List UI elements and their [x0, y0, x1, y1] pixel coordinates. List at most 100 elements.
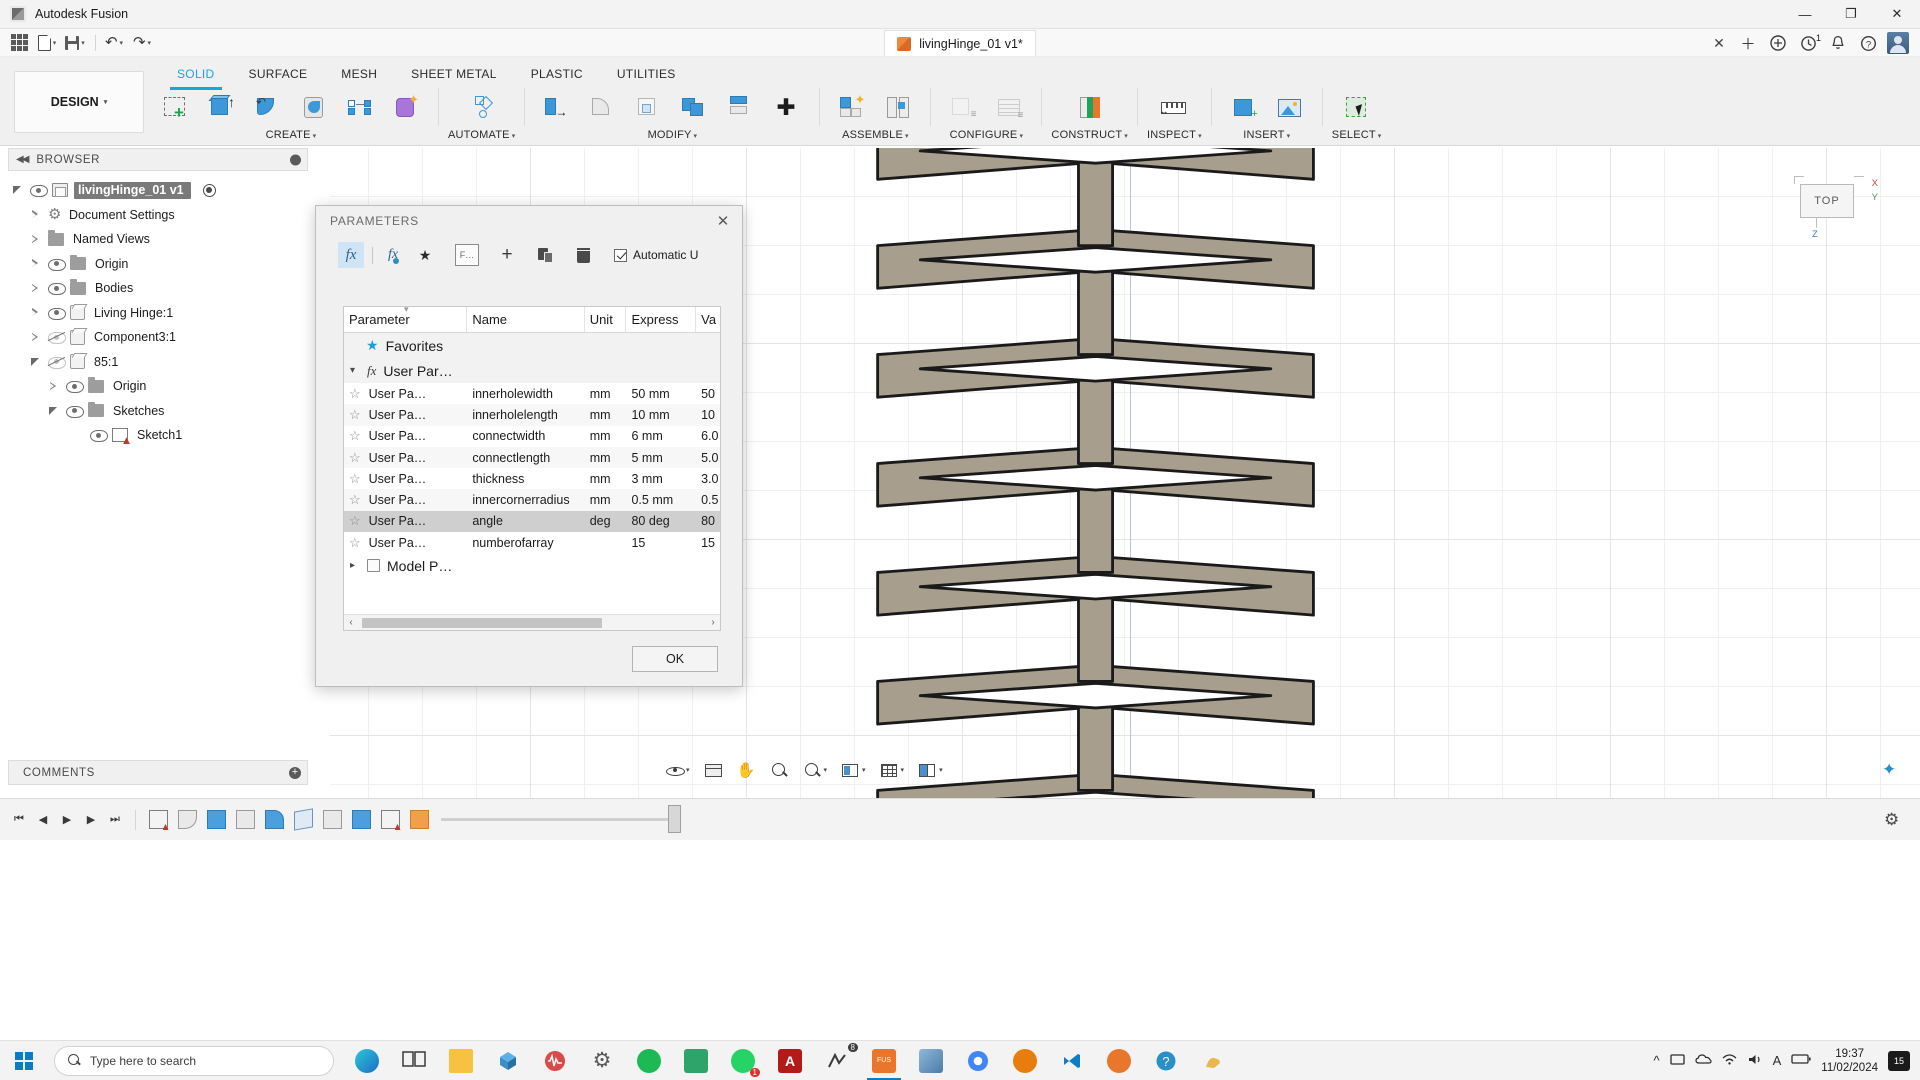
- tree-item-livinghinge[interactable]: livingHinge_01 v1: [8, 178, 308, 203]
- scroll-left-button[interactable]: ‹: [344, 615, 358, 630]
- favorite-star-icon[interactable]: ☆: [349, 492, 361, 508]
- column-header-expression[interactable]: Express: [626, 307, 697, 332]
- shell-button[interactable]: [626, 88, 672, 128]
- tree-item-component3[interactable]: Component3:1: [8, 325, 308, 350]
- add-document-tab-button[interactable]: ＋: [1734, 31, 1762, 55]
- taskbar-app-vscode[interactable]: [1049, 1041, 1095, 1080]
- taskbar-app-tool[interactable]: [1096, 1041, 1142, 1080]
- expander-right-icon[interactable]: [31, 210, 39, 219]
- insert-derive-button[interactable]: +: [1221, 88, 1267, 128]
- tree-item-document-settings[interactable]: ⚙ Document Settings: [8, 203, 308, 228]
- group-row-user-parameters[interactable]: ▾ fx User Par…: [344, 358, 720, 383]
- start-button[interactable]: [0, 1041, 48, 1080]
- scroll-right-button[interactable]: ›: [706, 615, 720, 630]
- visibility-eye-icon[interactable]: [48, 282, 66, 296]
- taskbar-app-audacity[interactable]: [532, 1041, 578, 1080]
- tray-battery-icon[interactable]: [1791, 1053, 1811, 1068]
- parameters-dialog[interactable]: PARAMETERS ✕ fx fx ★ F… + Automatic U ▾ …: [315, 205, 743, 687]
- visibility-eye-icon[interactable]: [48, 258, 66, 271]
- automatic-update-checkbox-row[interactable]: Automatic U: [614, 248, 698, 262]
- select-button[interactable]: [1334, 88, 1380, 128]
- redo-button[interactable]: ↷ ▾: [129, 31, 155, 55]
- taskbar-app-lbry[interactable]: [673, 1041, 719, 1080]
- minimize-button[interactable]: —: [1782, 0, 1828, 29]
- taskbar-app-fusion[interactable]: FUS: [861, 1041, 907, 1080]
- timeline-feature-sketch2[interactable]: [377, 807, 403, 833]
- table-row[interactable]: ☆ User Pa… innerholewidth mm 50 mm 50: [344, 383, 720, 404]
- zoom-fit-button[interactable]: ▾: [798, 757, 833, 783]
- taskbar-app-kdenlive[interactable]: [908, 1041, 954, 1080]
- table-row[interactable]: ☆ User Pa… innercornerradius mm 0.5 mm 0.…: [344, 489, 720, 511]
- viewport-layout-button[interactable]: ▾: [913, 757, 948, 783]
- tree-item-origin-nested[interactable]: Origin: [8, 374, 308, 399]
- tree-item-origin[interactable]: Origin: [8, 252, 308, 277]
- workspace-selector-design[interactable]: DESIGN ▾: [14, 71, 144, 133]
- tab-surface[interactable]: SURFACE: [232, 63, 325, 85]
- taskbar-clock[interactable]: 19:37 11/02/2024: [1821, 1047, 1878, 1075]
- group-row-favorites[interactable]: ★ Favorites: [344, 333, 720, 358]
- viewcube[interactable]: TOP X Y Z: [1782, 166, 1882, 246]
- display-style-button[interactable]: ▾: [836, 757, 871, 783]
- tab-sheet-metal[interactable]: SHEET METAL: [394, 63, 514, 85]
- timeline-feature-shell[interactable]: [232, 807, 258, 833]
- timeline-marker[interactable]: [668, 805, 681, 833]
- table-row-selected[interactable]: ☆ User Pa… angle deg 80 deg 80: [344, 510, 720, 533]
- table-row[interactable]: ☆ User Pa… innerholelength mm 10 mm 10: [344, 404, 720, 426]
- visibility-eye-icon[interactable]: [48, 307, 66, 320]
- parameters-dialog-close-button[interactable]: ✕: [712, 210, 734, 232]
- column-header-unit[interactable]: Unit: [585, 307, 627, 332]
- sweep-button[interactable]: [291, 88, 337, 128]
- tree-item-bodies[interactable]: Bodies: [8, 276, 308, 301]
- table-row[interactable]: ☆ User Pa… thickness mm 3 mm 3.0: [344, 468, 720, 489]
- browser-options-icon[interactable]: [290, 154, 301, 165]
- taskbar-app-task-view[interactable]: [391, 1041, 437, 1080]
- automate-button[interactable]: [459, 88, 505, 128]
- timeline-play-button[interactable]: ▶: [56, 807, 78, 833]
- tree-item-sketch1[interactable]: Sketch1: [8, 423, 308, 448]
- offset-plane-button[interactable]: [1067, 88, 1113, 128]
- extrude-button[interactable]: ↑: [199, 88, 245, 128]
- show-user-parameters-button[interactable]: fx: [380, 242, 406, 268]
- save-button[interactable]: ▾: [62, 31, 88, 55]
- tray-network-icon[interactable]: [1722, 1053, 1737, 1068]
- create-form-button[interactable]: ✦: [383, 88, 429, 128]
- tray-removable-icon[interactable]: [1669, 1053, 1685, 1069]
- filter-button[interactable]: F…: [454, 242, 480, 268]
- configure-model-button[interactable]: ≡: [940, 88, 986, 128]
- taskbar-app-whatsapp[interactable]: 1: [720, 1041, 766, 1080]
- ok-button[interactable]: OK: [632, 646, 718, 672]
- timeline-first-button[interactable]: ⏮: [8, 807, 30, 833]
- expander-right-icon[interactable]: [31, 332, 39, 342]
- notifications-bell-icon[interactable]: [1824, 31, 1852, 55]
- column-header-value[interactable]: Va: [696, 307, 720, 332]
- favorite-star-icon[interactable]: ☆: [349, 450, 361, 466]
- viewcube-face-top[interactable]: TOP: [1800, 184, 1854, 218]
- taskbar-app-paint[interactable]: [1190, 1041, 1236, 1080]
- show-favorites-button[interactable]: ★: [412, 242, 438, 268]
- visibility-eye-icon[interactable]: [66, 380, 84, 394]
- pan-button[interactable]: ✋: [732, 757, 761, 783]
- expander-right-icon[interactable]: [31, 308, 39, 317]
- revolve-button[interactable]: ↶: [245, 88, 291, 128]
- maximize-button[interactable]: ❐: [1828, 0, 1874, 29]
- undo-button[interactable]: ↶ ▾: [101, 31, 127, 55]
- tab-plastic[interactable]: PLASTIC: [514, 63, 600, 85]
- column-header-name[interactable]: Name: [467, 307, 585, 332]
- orbit-button[interactable]: ▾: [660, 757, 695, 783]
- tray-chevron-icon[interactable]: ^: [1654, 1053, 1660, 1068]
- notification-center-button[interactable]: 15: [1888, 1050, 1910, 1071]
- add-comment-button[interactable]: +: [289, 766, 301, 779]
- timeline-feature-pattern[interactable]: [319, 807, 345, 833]
- app-grid-icon[interactable]: [6, 31, 32, 55]
- user-avatar[interactable]: [1884, 31, 1912, 55]
- tab-solid[interactable]: SOLID: [160, 63, 232, 90]
- insert-canvas-button[interactable]: [1267, 88, 1313, 128]
- living-hinge-model[interactable]: [855, 148, 1355, 798]
- timeline-feature-fillet[interactable]: [261, 807, 287, 833]
- timeline-feature-plane[interactable]: [290, 807, 316, 833]
- extensions-icon[interactable]: [1764, 31, 1792, 55]
- job-status-icon[interactable]: 1: [1794, 31, 1822, 55]
- activate-component-radio[interactable]: [202, 183, 216, 197]
- visibility-eye-off-icon[interactable]: [47, 331, 66, 345]
- fusion-assistant-icon[interactable]: ✦: [1882, 760, 1904, 782]
